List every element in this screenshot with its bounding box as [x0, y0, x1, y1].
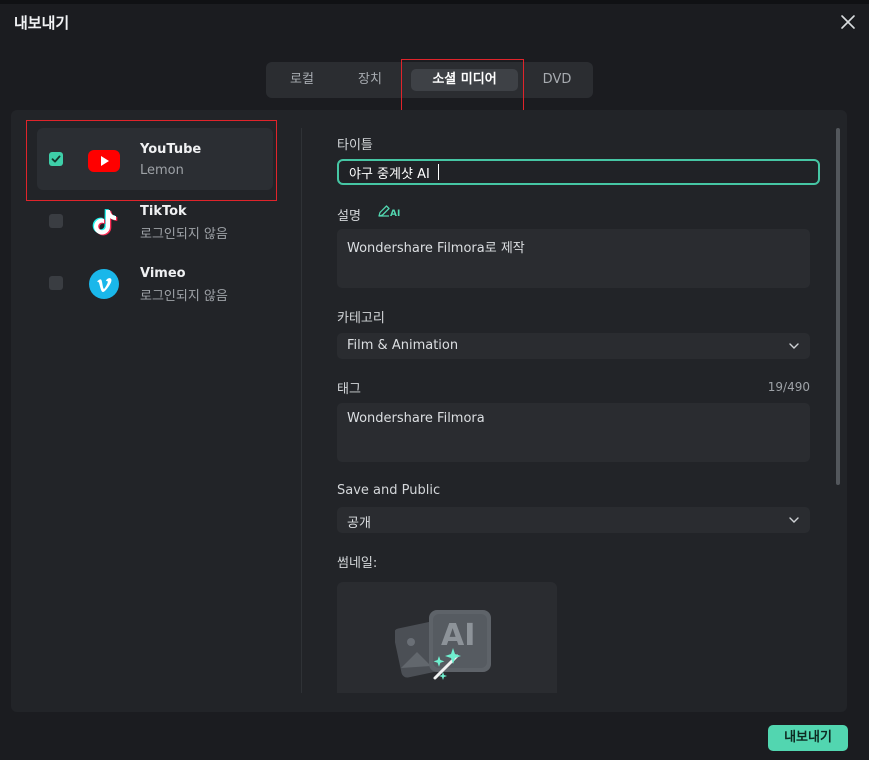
youtube-checkbox[interactable] — [49, 152, 63, 166]
close-icon[interactable] — [838, 12, 858, 32]
vimeo-logo-icon — [89, 269, 119, 299]
description-textarea[interactable]: Wondershare Filmora로 제작 — [337, 229, 810, 288]
export-tabs: 로컬 장치 소셜 미디어 DVD — [266, 62, 593, 98]
tiktok-checkbox[interactable] — [49, 214, 63, 228]
youtube-logo-icon — [88, 150, 120, 172]
top-strip — [0, 0, 869, 4]
visibility-select[interactable]: 공개 — [337, 507, 810, 533]
chevron-down-icon — [789, 343, 799, 349]
ai-pen-icon[interactable] — [377, 204, 391, 218]
tab-dvd[interactable]: DVD — [528, 69, 586, 91]
vimeo-checkbox[interactable] — [49, 276, 63, 290]
platform-name: TikTok — [140, 204, 187, 219]
column-divider — [301, 128, 302, 693]
platform-tiktok[interactable]: TikTok 로그인되지 않음 — [37, 190, 273, 252]
title-label: 타이틀 — [337, 138, 373, 153]
tags-counter: 19/490 — [767, 380, 810, 394]
platform-vimeo[interactable]: Vimeo 로그인되지 않음 — [37, 252, 273, 314]
dialog-title: 내보내기 — [14, 14, 70, 32]
ai-pen-label: AI — [390, 209, 401, 219]
thumbnail-picker[interactable]: AI — [337, 582, 557, 693]
tags-textarea[interactable]: Wondershare Filmora — [337, 403, 810, 462]
platform-name: Vimeo — [140, 266, 186, 281]
category-select[interactable]: Film & Animation — [337, 333, 810, 359]
tiktok-logo-icon — [92, 209, 118, 236]
category-label: 카테고리 — [337, 311, 385, 326]
platform-name: YouTube — [140, 142, 202, 157]
platform-youtube[interactable]: YouTube Lemon — [37, 128, 273, 190]
tab-social-media[interactable]: 소셜 미디어 — [411, 69, 518, 91]
thumbnail-label: 썸네일: — [337, 556, 378, 571]
platform-account: Lemon — [140, 163, 184, 178]
visibility-label: Save and Public — [337, 483, 441, 498]
ai-mark-text: AI — [441, 618, 476, 653]
visibility-value: 공개 — [347, 516, 371, 531]
description-label: 설명 — [337, 209, 361, 224]
platform-status: 로그인되지 않음 — [140, 289, 228, 304]
form-scrollbar[interactable] — [836, 128, 840, 485]
chevron-down-icon — [789, 517, 799, 523]
tab-device[interactable]: 장치 — [342, 69, 398, 91]
category-value: Film & Animation — [347, 338, 459, 353]
text-caret — [438, 164, 439, 180]
title-input[interactable] — [337, 159, 820, 185]
tags-label: 태그 — [337, 382, 361, 397]
checkmark-icon — [51, 155, 61, 163]
tags-value: Wondershare Filmora — [347, 411, 485, 426]
tab-local[interactable]: 로컬 — [274, 69, 330, 91]
description-value: Wondershare Filmora로 제작 — [347, 241, 525, 256]
export-button[interactable]: 내보내기 — [768, 725, 848, 751]
platform-status: 로그인되지 않음 — [140, 227, 228, 242]
